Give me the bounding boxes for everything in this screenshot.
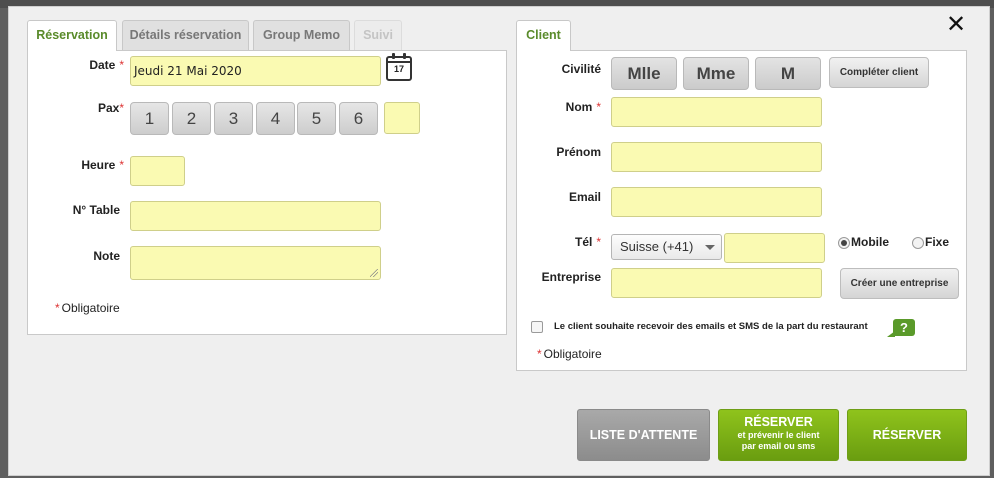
pax-option-3[interactable]: 3 — [214, 102, 253, 135]
heure-field[interactable] — [130, 156, 185, 186]
close-icon[interactable]: ✕ — [945, 12, 967, 37]
civilite-label: Civilité — [561, 62, 601, 76]
table-number-field[interactable] — [130, 201, 381, 231]
email-field[interactable] — [611, 187, 822, 217]
reserver-notify-button[interactable]: RÉSERVER et prévenir le client par email… — [718, 409, 839, 461]
chevron-down-icon — [705, 245, 715, 250]
reservation-panel — [27, 50, 507, 335]
entreprise-label: Entreprise — [541, 270, 601, 284]
date-field[interactable]: Jeudi 21 Mai 2020 — [130, 56, 381, 86]
civilite-m-button[interactable]: M — [755, 57, 821, 90]
date-label: Date * — [89, 58, 124, 72]
calendar-icon[interactable]: 17 — [386, 53, 412, 81]
radio-mobile-label: Mobile — [851, 235, 889, 249]
reserver-button[interactable]: RÉSERVER — [847, 409, 967, 461]
tab-suivi: Suivi — [354, 20, 402, 50]
radio-fixe[interactable] — [912, 237, 924, 249]
help-icon[interactable]: ? — [887, 319, 915, 337]
tel-field[interactable] — [724, 233, 825, 263]
pax-custom-field[interactable] — [384, 102, 420, 134]
reservation-modal: ✕ Réservation Détails réservation Group … — [8, 6, 990, 476]
civilite-mme-button[interactable]: Mme — [683, 57, 749, 90]
prenom-label: Prénom — [556, 145, 601, 159]
nom-field[interactable] — [611, 97, 822, 127]
liste-attente-button[interactable]: LISTE D'ATTENTE — [577, 409, 710, 461]
nom-label: Nom * — [565, 100, 601, 114]
pax-option-4[interactable]: 4 — [256, 102, 295, 135]
consent-label: Le client souhaite recevoir des emails e… — [554, 321, 868, 332]
prenom-field[interactable] — [611, 142, 822, 172]
pax-option-2[interactable]: 2 — [172, 102, 211, 135]
client-obligatoire-note: * Obligatoire — [537, 347, 602, 361]
tel-label: Tél * — [574, 235, 601, 249]
pax-label: Pax* — [97, 101, 124, 115]
tab-details-reservation[interactable]: Détails réservation — [122, 20, 249, 50]
pax-option-6[interactable]: 6 — [339, 102, 378, 135]
note-label: Note — [93, 249, 120, 263]
email-label: Email — [568, 190, 601, 204]
completer-client-button[interactable]: Compléter client — [829, 57, 929, 88]
country-code-select[interactable]: Suisse (+41) — [611, 234, 722, 260]
radio-fixe-label: Fixe — [925, 235, 950, 249]
tab-reservation[interactable]: Réservation — [27, 20, 117, 51]
radio-mobile[interactable] — [838, 237, 850, 249]
civilite-mlle-button[interactable]: Mlle — [611, 57, 677, 90]
consent-checkbox[interactable] — [531, 321, 543, 333]
pax-option-5[interactable]: 5 — [297, 102, 336, 135]
table-label: N° Table — [72, 203, 120, 217]
resize-handle-icon[interactable] — [370, 269, 378, 277]
pax-option-1[interactable]: 1 — [130, 102, 169, 135]
tab-group-memo[interactable]: Group Memo — [253, 20, 350, 50]
creer-entreprise-button[interactable]: Créer une entreprise — [840, 268, 959, 299]
entreprise-field[interactable] — [611, 268, 822, 298]
tab-client[interactable]: Client — [516, 20, 571, 51]
heure-label: Heure * — [81, 158, 124, 172]
obligatoire-note: * Obligatoire — [55, 301, 120, 315]
note-textarea[interactable] — [130, 246, 381, 280]
